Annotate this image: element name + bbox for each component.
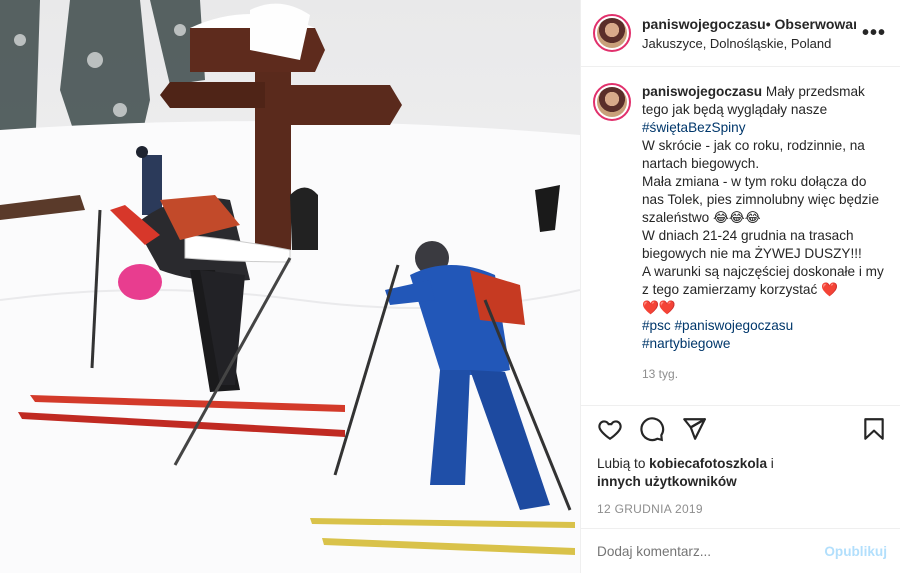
caption-hearts: ❤️❤️ <box>642 300 676 315</box>
action-icons <box>597 416 887 442</box>
post-date[interactable]: 12 GRUDNIA 2019 <box>597 502 887 516</box>
caption-line: W skrócie - jak co roku, rodzinnie, na n… <box>642 138 865 171</box>
caption-text: paniswojegoczasu Mały przedsmak tego jak… <box>642 83 887 405</box>
comment-bar: Opublikuj <box>581 528 900 573</box>
likes-and: i <box>770 456 774 471</box>
location-link[interactable]: Jakuszyce, Dolnośląskie, Poland <box>642 36 856 51</box>
likes-others-link[interactable]: innych użytkowników <box>597 474 737 489</box>
caption-block: paniswojegoczasu Mały przedsmak tego jak… <box>581 67 900 405</box>
avatar[interactable] <box>593 14 631 52</box>
post-sidebar: paniswojegoczasu• Obserwowanie Jakuszyce… <box>580 0 900 573</box>
caption-avatar[interactable] <box>593 83 631 121</box>
follow-button[interactable]: Obserwowanie <box>775 16 856 32</box>
caption-line: W dniach 21-24 grudnia na trasach biegow… <box>642 228 862 261</box>
hashtag-link[interactable]: #psc #paniswojegoczasu <box>642 317 887 335</box>
hashtag-link[interactable]: #nartybiegowe <box>642 335 887 353</box>
caption-username[interactable]: paniswojegoczasu <box>642 84 762 99</box>
post-photo[interactable] <box>0 0 580 573</box>
likes-summary: Lubią to kobiecafotoszkola i innych użyt… <box>597 455 887 491</box>
action-bar: Lubią to kobiecafotoszkola i innych użyt… <box>581 405 900 516</box>
bookmark-icon[interactable] <box>861 416 887 442</box>
share-icon[interactable] <box>681 416 707 442</box>
post-header: paniswojegoczasu• Obserwowanie Jakuszyce… <box>581 0 900 67</box>
comment-input[interactable] <box>597 543 825 559</box>
comment-icon[interactable] <box>639 416 665 442</box>
heart-icon[interactable] <box>597 416 623 442</box>
likes-user-link[interactable]: kobiecafotoszkola <box>649 456 767 471</box>
likes-prefix: Lubią to <box>597 456 646 471</box>
caption-time-ago[interactable]: 13 tyg. <box>642 365 887 383</box>
caption-line: Mała zmiana - w tym roku dołącza do nas … <box>642 174 880 225</box>
hashtag-link[interactable]: #świętaBezSpiny <box>642 119 887 137</box>
post-comment-button[interactable]: Opublikuj <box>824 544 887 559</box>
ski-photo-illustration <box>0 0 580 573</box>
header-username[interactable]: paniswojegoczasu <box>642 16 766 32</box>
instagram-post: paniswojegoczasu• Obserwowanie Jakuszyce… <box>0 0 900 573</box>
header-meta: paniswojegoczasu• Obserwowanie Jakuszyce… <box>642 16 856 51</box>
header-separator: • <box>765 15 771 32</box>
caption-line: A warunki są najczęściej doskonałe i my … <box>642 264 884 297</box>
more-horizontal-icon[interactable]: ••• <box>862 22 886 45</box>
